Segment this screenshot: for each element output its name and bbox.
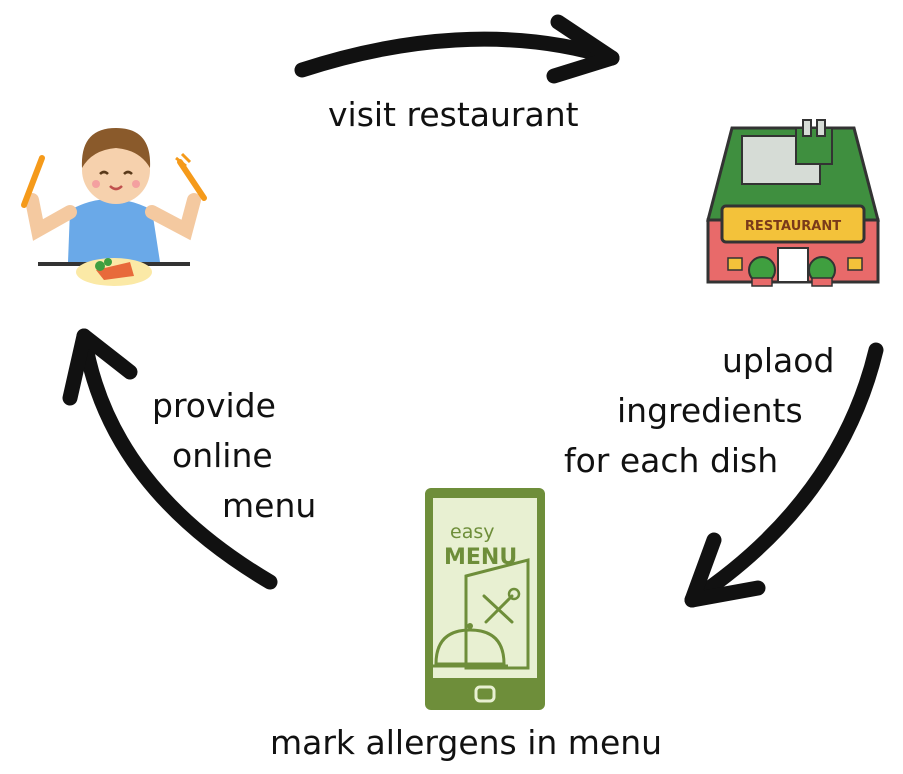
step-provide-line3: menu: [222, 486, 317, 525]
step-upload-line1: uplaod: [722, 341, 835, 380]
step-mark-allergens: mark allergens in menu: [270, 723, 663, 762]
step-visit-restaurant: visit restaurant: [328, 95, 579, 134]
arrow-visit-restaurant: [294, 14, 620, 84]
step-upload-line2: ingredients: [617, 391, 803, 430]
kid-eating-icon: [21, 128, 207, 286]
step-provide-line2: online: [172, 436, 273, 475]
phone-menu-app-icon: easy MENU: [425, 488, 545, 710]
step-provide-line1: provide: [152, 386, 276, 425]
restaurant-sign-text: RESTAURANT: [745, 219, 841, 234]
step-upload-line3: for each dish: [564, 441, 779, 480]
restaurant-icon: RESTAURANT: [706, 119, 880, 287]
phone-app-easy: easy: [450, 521, 494, 543]
